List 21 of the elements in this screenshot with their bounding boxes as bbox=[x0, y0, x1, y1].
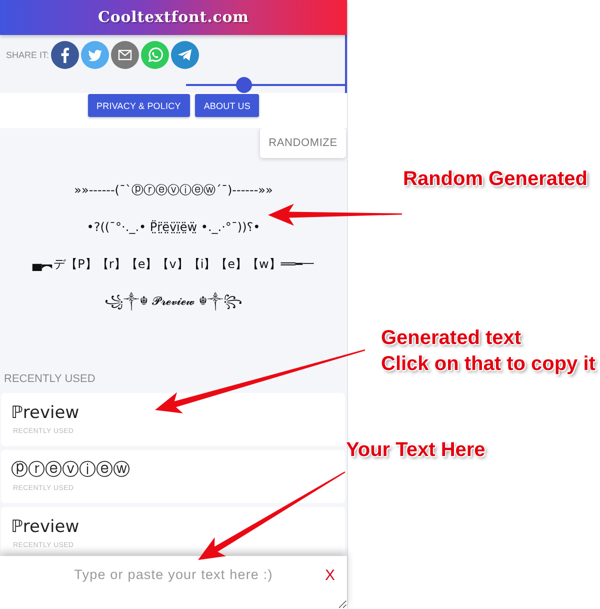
clear-button[interactable]: X bbox=[322, 567, 337, 585]
recent-text: ℙreview bbox=[11, 517, 80, 537]
recent-text: ℙreview bbox=[11, 403, 80, 423]
site-title: Cooltextfont.com bbox=[97, 7, 250, 28]
link-button[interactable]: ABOUT US bbox=[194, 94, 260, 117]
generated-text[interactable]: »»------(¯`ⓟⓡⓔⓥⓘⓔⓦ´¯)------»» bbox=[74, 172, 273, 209]
annotation-text: Random Generated bbox=[403, 167, 588, 192]
generated-text[interactable]: •?((¯°·._.• P̤̈r̤̈ë̤v̤̈ï̤ë̤ẅ̤ •._.·°¯))؟• bbox=[86, 209, 260, 246]
paper-plane-icon[interactable] bbox=[171, 41, 200, 69]
share-label: SHARE IT: bbox=[6, 50, 50, 60]
randomize-button[interactable]: RANDOMIZE bbox=[260, 128, 346, 158]
envelope-icon[interactable] bbox=[111, 41, 140, 69]
link-button[interactable]: PRIVACY & POLICY bbox=[88, 94, 190, 117]
recent-text: ⓟⓡⓔⓥⓘⓔⓦ bbox=[11, 460, 130, 480]
slider-thumb[interactable] bbox=[236, 77, 252, 93]
f-logo-icon[interactable] bbox=[51, 41, 80, 69]
annotation-text: Your Text Here bbox=[346, 438, 486, 463]
generated-text[interactable]: ▄︻デ【P】【r】【e】【v】【i】【e】【w】══━一 bbox=[32, 246, 315, 283]
annotation-text: Generated text Click on that to copy it bbox=[381, 326, 596, 377]
section-heading: RECENTLY USED bbox=[3, 372, 96, 386]
generated-text[interactable]: ꧁༒☬ 𝓟𝓻𝓮𝓿𝓲𝓮𝔀 ☬༒꧂ bbox=[104, 283, 242, 320]
